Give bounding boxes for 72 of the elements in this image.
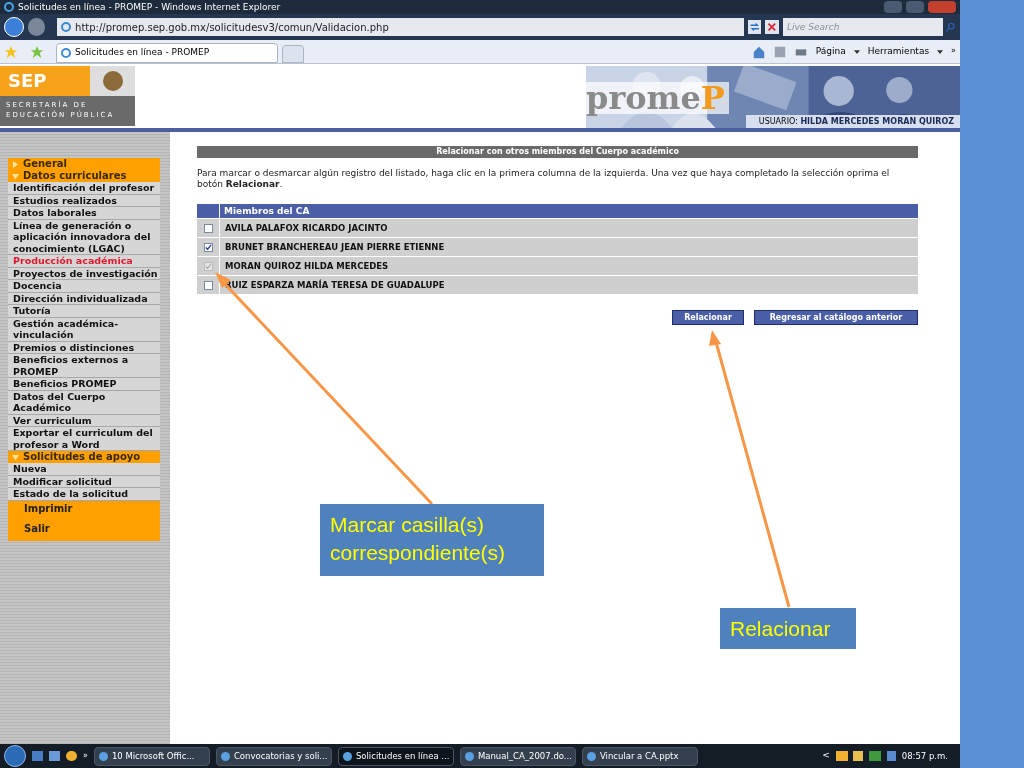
check-icon [204,243,212,251]
sidebar-section[interactable]: Datos curriculares [8,170,160,182]
callout-text: Relacionar [720,608,856,649]
row-checkbox[interactable] [203,280,213,290]
stop-icon[interactable] [765,20,779,34]
close-button[interactable] [928,1,956,13]
taskbar-button[interactable]: Manual_CA_2007.do... [459,746,576,766]
sidebar-section[interactable]: General [8,158,160,170]
caret-down-icon[interactable] [937,49,944,55]
member-cell: BRUNET BRANCHEREAU JEAN PIERRE ETIENNE [220,238,918,256]
star-icon[interactable] [4,45,18,59]
sidebar-action[interactable]: Imprimir [8,500,160,521]
taskbar-button[interactable]: 10 Microsoft Offic... [93,746,210,766]
sidebar-link[interactable]: Estado de la solicitud [8,488,160,501]
caret-down-icon [12,453,19,461]
browser-tab[interactable]: Solicitudes en línea - PROMEP [56,43,278,63]
sidebar-link[interactable]: Identificación del profesor [8,182,160,195]
member-cell: AVILA PALAFOX RICARDO JACINTO [220,219,918,237]
window-switch-icon[interactable] [49,751,60,761]
member-cell: MORAN QUIROZ HILDA MERCEDES [220,257,918,275]
home-icon[interactable] [751,45,766,59]
sidebar-link[interactable]: Nueva [8,463,160,476]
add-favorite-icon[interactable] [30,45,44,59]
forward-button[interactable] [27,18,46,36]
sidebar-link[interactable]: Datos del Cuerpo Académico [8,390,160,415]
caret-right-icon [12,160,19,168]
instructions-text: Para marcar o desmarcar algún registro del listado, haga clic en la primera columna de la izquierda. Una vez que haya completado la selección oprima el botón Relacionar. [197,168,891,190]
taskbar-button[interactable]: Vincular a CA.pptx [581,746,698,766]
quicklaunch-overflow[interactable]: » [83,750,88,762]
column-header: Miembros del CA [220,204,918,218]
relate-button[interactable]: Relacionar [672,310,744,325]
refresh-icon[interactable] [747,20,762,34]
taskbar-button[interactable]: Solicitudes en línea ... [337,746,454,766]
caret-down-icon[interactable] [853,49,860,55]
sidebar-link[interactable]: Beneficios externos a PROMEP [8,354,160,378]
minimize-button[interactable] [884,1,902,13]
tray-expand[interactable]: < [822,749,830,763]
back-button[interactable] [4,17,24,37]
sidebar-link[interactable]: Tutoría [8,305,160,318]
messenger-icon[interactable] [66,751,77,761]
sidebar-section[interactable]: Solicitudes de apoyo [8,451,160,463]
sidebar-link[interactable]: Beneficios PROMEP [8,378,160,391]
sidebar-link[interactable]: Datos laborales [8,207,160,220]
row-checkbox[interactable] [203,242,213,252]
browser-icon [4,2,14,12]
start-button[interactable] [4,745,26,767]
window-title: Solicitudes en línea - PROMEP - Windows Internet Explorer [18,2,281,12]
search-field[interactable]: Live Search [783,18,943,36]
sidebar-link[interactable]: Gestión académica-vinculación [8,317,160,342]
page-menu[interactable]: Página [815,45,846,59]
section-title: Relacionar con otros miembros del Cuerpo académico [197,146,918,158]
sidebar-link[interactable]: Docencia [8,280,160,293]
caret-down-icon [12,172,19,180]
callout-text: Marcar casilla(s) correspondiente(s) [320,504,544,576]
back-to-catalog-button[interactable]: Regresar al catálogo anterior [754,310,918,325]
sidebar-link[interactable]: Exportar el curriculum del profesor a Word [8,427,160,451]
page-icon [61,22,72,32]
taskbar-button[interactable]: Convocatorias y soli... [215,746,332,766]
check-icon [204,262,212,270]
sidebar-link[interactable]: Línea de generación o aplicación innovadora del conocimiento (LGAC) [8,219,160,255]
search-icon[interactable] [945,21,956,33]
sidebar-action[interactable]: Salir [8,520,160,541]
promep-logo: promeP [586,82,729,114]
maximize-button[interactable] [906,1,924,13]
tray-icons[interactable] [835,751,896,761]
clock: 08:57 p.m. [901,749,949,763]
tools-menu[interactable]: Herramientas [867,45,930,59]
header-corner [197,204,219,218]
toolbar-overflow[interactable]: » [951,45,956,57]
address-field[interactable]: http://promep.sep.gob.mx/solicitudesv3/comun/Validacion.php [57,18,744,36]
row-checkbox[interactable] [203,223,213,233]
user-info: USUARIO: HILDA MERCEDES MORAN QUIROZ [746,115,960,128]
